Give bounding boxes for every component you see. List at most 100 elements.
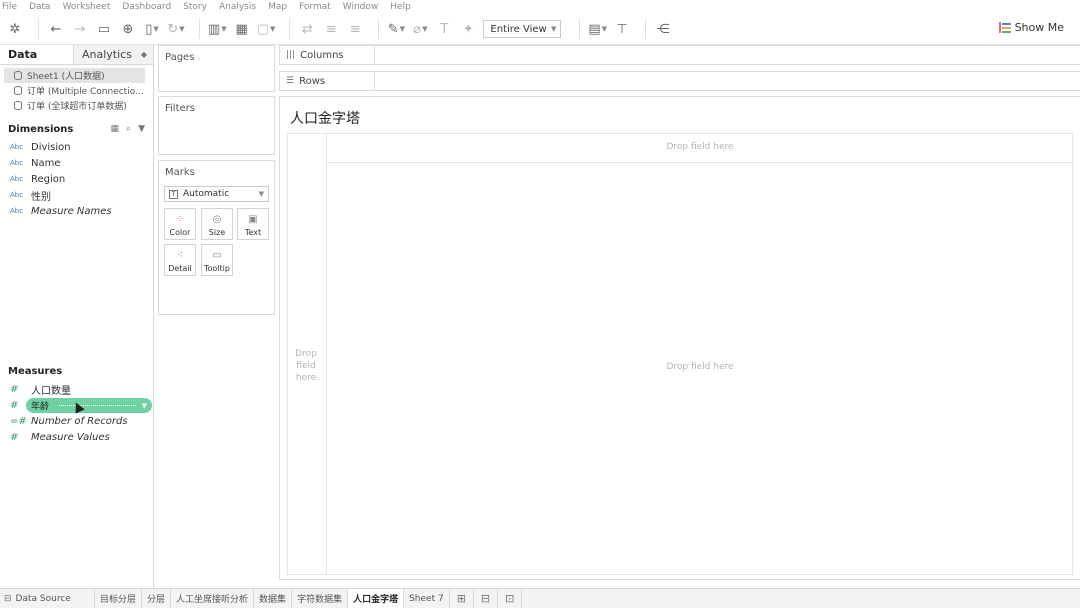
new-dashboard-tab-icon[interactable]: ⊟ [474,589,499,608]
chevron-down-icon: ▼ [258,190,264,198]
rows-icon: ☰ [286,76,295,86]
database-icon [14,86,22,95]
measure-field[interactable]: =# Number of Records [0,413,153,429]
menu-format[interactable]: Format [299,2,331,12]
dimension-field[interactable]: Abc Division [0,139,153,155]
redo-icon[interactable]: → [71,18,89,40]
detail-icon: ⁖ [177,250,183,261]
marks-detail-button[interactable]: ⁖ Detail [164,244,196,276]
save-icon[interactable]: ▭ [95,18,113,40]
marks-size-label: Size [208,228,226,237]
database-icon [14,101,22,110]
pages-card[interactable]: Pages [158,45,275,92]
dimension-field[interactable]: Abc Measure Names [0,203,153,219]
new-worksheet-tab-icon[interactable]: ⊞ [450,589,474,608]
data-source-tab[interactable]: ⊟ Data Source [0,589,95,608]
view-fit-select[interactable]: Entire View ▼ [483,20,562,38]
tableau-logo-icon[interactable]: ✲ [6,18,24,40]
sheet-tab[interactable]: 字符数据集 [292,589,349,608]
labels-icon[interactable]: T [435,18,453,40]
show-me-label: Show Me [1014,21,1064,34]
dropdown-menu-icon[interactable]: ▼ [138,124,145,134]
pause-updates-icon[interactable]: ▯ ▼ [143,18,161,40]
toolbar-separator [645,19,647,39]
share-icon[interactable]: ⋲ [654,18,672,40]
fix-axes-icon[interactable]: ✦ [459,18,477,40]
sheet-tab[interactable]: 人工坐席接听分析 [171,589,255,608]
new-worksheet-icon[interactable]: ▥ ▼ [208,18,227,40]
drop-zone-center[interactable]: Drop field here [326,362,1074,372]
show-me-button[interactable]: Show Me [998,21,1064,34]
dragging-field-pill[interactable]: 年龄 ▼ [26,398,152,413]
drop-zone-top[interactable]: Drop field here [326,142,1074,152]
measures-header: Measures [0,363,153,379]
sheet-tab[interactable]: 分层 [142,589,172,608]
menu-dashboard[interactable]: Dashboard [122,2,171,12]
marks-size-button[interactable]: ◎ Size [201,208,233,240]
tab-data[interactable]: Data [0,45,74,64]
menu-window[interactable]: Window [343,2,379,12]
swap-rows-columns-icon[interactable]: ⇄ [298,18,316,40]
mark-type-value: Automatic [183,189,230,199]
drop-zone-left[interactable]: Drop field here [290,348,322,384]
new-data-source-icon[interactable]: ⊕ [119,18,137,40]
dimensions-title: Dimensions [8,123,74,135]
sort-ascending-icon[interactable]: ≡ [322,18,340,40]
mark-type-select[interactable]: T Automatic ▼ [164,186,269,202]
marks-tooltip-button[interactable]: ▭ Tooltip [201,244,233,276]
columns-shelf[interactable]: ||| Columns [279,45,1080,65]
dimension-field[interactable]: Abc 性别 [0,187,153,203]
field-label: Number of Records [31,415,128,427]
tab-analytics[interactable]: Analytics ◆ [74,45,153,64]
field-label: 人口数量 [31,385,71,397]
clear-sheet-icon[interactable]: ▢ ▼ [257,18,276,40]
view-grid: Drop field here Drop field here Drop fie… [287,133,1074,575]
sort-descending-icon[interactable]: ≡ [346,18,364,40]
menu-map[interactable]: Map [268,2,287,12]
group-icon[interactable]: ⌀ ▼ [411,18,429,40]
data-source-item[interactable]: 订单 (Multiple Connectio... [4,83,145,98]
data-source-label: Sheet1 (人口数据) [27,72,105,82]
marks-color-label: Color [169,228,191,237]
sheet-tab-active[interactable]: 人口金字塔 [348,589,405,608]
menu-story[interactable]: Story [183,2,207,12]
measure-field[interactable]: # 人口数量 [0,381,153,397]
menu-help[interactable]: Help [390,2,411,12]
pill-caret-icon[interactable]: ▼ [142,402,147,410]
mark-type-value-wrap: T Automatic [169,189,229,199]
highlight-icon[interactable]: ✎ ▼ [387,18,405,40]
new-story-tab-icon[interactable]: ⊡ [498,589,523,608]
measure-field[interactable]: # Measure Values [0,429,153,445]
menu-analysis[interactable]: Analysis [219,2,256,12]
marks-text-button[interactable]: ▣ Text [237,208,269,240]
sheet-tab[interactable]: 目标分层 [95,589,143,608]
presentation-mode-icon[interactable]: ⊤ [613,18,631,40]
tooltip-icon: ▭ [212,250,222,261]
show-me-icon [998,22,1011,33]
undo-icon[interactable]: ← [47,18,65,40]
marks-color-button[interactable]: ⁘ Color [164,208,196,240]
view-grid-icon[interactable]: ▦ [111,124,120,134]
sheet-tab[interactable]: 数据集 [254,589,293,608]
data-source-item[interactable]: 订单 (全球超市订单数据) [4,98,145,113]
show-cards-icon[interactable]: ▤ ▼ [588,18,607,40]
collapse-icon[interactable]: ◆ [141,50,147,59]
filters-card[interactable]: Filters [158,96,275,155]
menu-file[interactable]: File [2,2,17,12]
duplicate-sheet-icon[interactable]: ▦ [233,18,251,40]
sheet-tab[interactable]: Sheet 7 [404,589,450,608]
data-source-item[interactable]: Sheet1 (人口数据) [4,68,145,83]
dimension-field[interactable]: Abc Name [0,155,153,171]
field-label: Division [31,141,71,153]
field-label: Measure Names [31,205,112,217]
marks-tooltip-label: Tooltip [204,264,230,273]
rows-shelf[interactable]: ☰ Rows [279,71,1080,91]
menu-data[interactable]: Data [29,2,51,12]
menu-worksheet[interactable]: Worksheet [63,2,111,12]
toolbar-separator [289,19,291,39]
refresh-icon[interactable]: ↻ ▼ [167,18,185,40]
sheet-title[interactable]: 人口金字塔 [290,108,360,128]
search-icon[interactable]: ⌕ [126,124,131,134]
dimension-field[interactable]: Abc Region [0,171,153,187]
view-fit-value: Entire View [490,23,547,35]
